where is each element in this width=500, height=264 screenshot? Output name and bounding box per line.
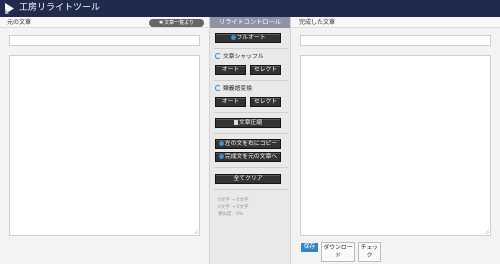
- rewrite-control-heading: リライトコントロール: [210, 17, 290, 28]
- divider: [214, 167, 288, 168]
- divider: [214, 48, 288, 49]
- logo-icon: [5, 3, 14, 14]
- download-button[interactable]: ダウンロード: [321, 242, 355, 262]
- arrow-icon: →: [231, 205, 236, 210]
- article-list-label: 文章一覧より: [164, 20, 195, 26]
- shuffle-title: 文章シャッフル: [223, 54, 264, 60]
- full-auto-label: フルオート: [236, 35, 266, 41]
- finished-text-heading: 完成した文章: [291, 17, 500, 28]
- char-count-stat: 0文字 → 0文字: [218, 205, 248, 211]
- full-auto-button[interactable]: フルオート: [215, 33, 281, 43]
- copy-right-label: 左の文を右にコピー: [224, 141, 278, 147]
- char-count-stat: 0文字 → 0文字: [218, 198, 248, 204]
- shuffle-auto-button[interactable]: オート: [215, 65, 246, 75]
- finished-text-area[interactable]: [300, 55, 491, 236]
- stat-value: 0文字: [218, 205, 230, 210]
- original-title-input[interactable]: [9, 35, 200, 46]
- stat-value: 0文字: [218, 198, 230, 203]
- article-list-button[interactable]: ✱文章一覧より: [149, 19, 204, 27]
- divider: [214, 189, 288, 190]
- compress-label: 文章圧縮: [238, 120, 263, 126]
- divider: [214, 133, 288, 134]
- save-button[interactable]: 保存: [301, 243, 318, 252]
- check-button[interactable]: チェック: [358, 242, 381, 262]
- compress-button[interactable]: 文章圧縮: [215, 118, 281, 128]
- to-original-label: 完成文を元の文章へ: [224, 154, 278, 160]
- synonym-section-label: 類義語変換: [215, 85, 252, 93]
- similarity-stat: 類似度：0%: [218, 212, 244, 217]
- synonym-icon: [215, 85, 221, 91]
- stat-value: 0文字: [236, 205, 249, 210]
- original-text-area[interactable]: [9, 55, 200, 236]
- app-title: 工房リライトツール: [19, 3, 101, 13]
- finished-title-input[interactable]: [300, 35, 491, 46]
- shuffle-section-label: 文章シャッフル: [215, 53, 264, 61]
- original-text-panel: 元の文章 ✱文章一覧より: [0, 17, 209, 264]
- stat-value: 0文字: [236, 198, 249, 203]
- shuffle-icon: [215, 53, 221, 59]
- synonym-title: 類義語変換: [223, 86, 252, 92]
- divider: [214, 112, 288, 113]
- document-icon: [233, 120, 238, 125]
- finished-to-original-button[interactable]: 完成文を元の文章へ: [215, 152, 281, 162]
- arrow-icon: →: [231, 198, 236, 203]
- arrow-right-icon: [218, 141, 224, 146]
- copy-left-to-right-button[interactable]: 左の文を右にコピー: [215, 139, 281, 149]
- star-icon: ✱: [158, 20, 164, 26]
- rewrite-control-panel: リライトコントロール フルオート 文章シャッフル オート セレクト 類義語変換 …: [209, 17, 291, 264]
- synonym-select-button[interactable]: セレクト: [250, 97, 281, 107]
- resize-grip-icon[interactable]: [194, 230, 198, 234]
- clear-all-button[interactable]: 全てクリア: [215, 174, 281, 184]
- shuffle-select-button[interactable]: セレクト: [250, 65, 281, 75]
- divider: [214, 80, 288, 81]
- synonym-auto-button[interactable]: オート: [215, 97, 246, 107]
- arrow-left-icon: [218, 154, 224, 159]
- finished-text-panel: 完成した文章: [291, 17, 500, 264]
- refresh-icon: [230, 35, 236, 40]
- resize-grip-icon[interactable]: [485, 230, 489, 234]
